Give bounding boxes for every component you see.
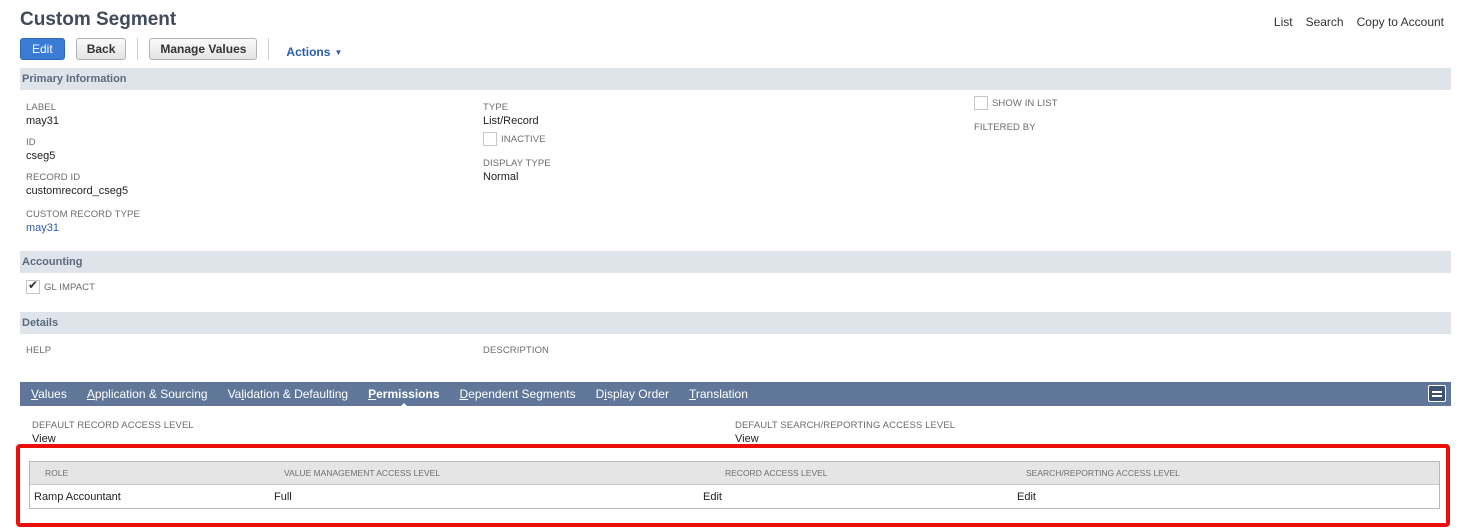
toolbar-separator (137, 38, 139, 60)
tab-permissions[interactable]: Permissions (368, 387, 440, 409)
table-row[interactable]: Ramp Accountant Full Edit Edit (30, 485, 1439, 508)
description-field: DESCRIPTION (483, 345, 549, 356)
field-label: DISPLAY TYPE (483, 158, 551, 169)
field-label: LABEL (26, 102, 57, 113)
field-label: RECORD ID (26, 172, 81, 183)
caret-down-icon: ▼ (334, 47, 343, 57)
record-access-cell: Edit (703, 490, 722, 503)
list-link[interactable]: List (1274, 15, 1293, 29)
filtered-by-field: FILTERED BY (974, 122, 1036, 133)
search-reporting-cell: Edit (1017, 490, 1036, 503)
field-label: HELP (26, 345, 52, 356)
actions-label: Actions (286, 45, 331, 59)
field-label: DEFAULT SEARCH/REPORTING ACCESS LEVEL (735, 420, 956, 431)
search-link[interactable]: Search (1306, 15, 1344, 29)
value-management-cell: Full (274, 490, 292, 503)
toolbar: Edit Back Manage Values Actions ▼ (20, 37, 342, 61)
field-label: TYPE (483, 102, 509, 113)
help-field: HELP (26, 345, 51, 356)
primary-information-header[interactable]: Primary Information (20, 68, 1451, 90)
tab-translation[interactable]: Translation (689, 387, 748, 401)
inactive-checkbox[interactable] (483, 132, 497, 146)
show-in-list-checkbox[interactable] (974, 96, 988, 110)
role-cell: Ramp Accountant (34, 490, 121, 503)
permissions-table: ROLE VALUE MANAGEMENT ACCESS LEVEL RECOR… (29, 461, 1440, 509)
default-search-access-field: DEFAULT SEARCH/REPORTING ACCESS LEVEL Vi… (735, 420, 955, 445)
id-field: ID cseg5 (26, 137, 55, 162)
edit-button[interactable]: Edit (20, 38, 65, 60)
collapse-tabs-icon[interactable] (1428, 385, 1446, 402)
details-header[interactable]: Details (20, 312, 1451, 334)
table-header: ROLE VALUE MANAGEMENT ACCESS LEVEL RECOR… (30, 462, 1439, 485)
manage-values-button[interactable]: Manage Values (149, 38, 258, 60)
tab-application-sourcing[interactable]: Application & Sourcing (87, 387, 208, 401)
actions-menu[interactable]: Actions ▼ (286, 45, 342, 59)
page-title: Custom Segment (20, 9, 177, 30)
column-header-value-management[interactable]: VALUE MANAGEMENT ACCESS LEVEL (284, 462, 440, 484)
inactive-field: INACTIVE (483, 132, 546, 146)
subtab-bar: Values Application & Sourcing Validation… (20, 382, 1451, 409)
custom-record-type-link[interactable]: may31 (26, 222, 140, 234)
back-button[interactable]: Back (75, 38, 127, 60)
field-label: INACTIVE (501, 133, 546, 145)
field-value: customrecord_cseg5 (26, 185, 129, 197)
display-type-field: DISPLAY TYPE Normal (483, 158, 551, 183)
column-header-search-reporting[interactable]: SEARCH/REPORTING ACCESS LEVEL (1026, 462, 1180, 484)
field-label: DESCRIPTION (483, 345, 550, 356)
toolbar-separator (268, 38, 270, 60)
field-label: ID (26, 137, 36, 148)
type-field: TYPE List/Record (483, 102, 539, 127)
default-record-access-field: DEFAULT RECORD ACCESS LEVEL View (32, 420, 194, 445)
copy-to-account-link[interactable]: Copy to Account (1357, 15, 1444, 29)
column-header-record-access[interactable]: RECORD ACCESS LEVEL (725, 462, 828, 484)
show-in-list-field: SHOW IN LIST (974, 96, 1058, 110)
field-label: DEFAULT RECORD ACCESS LEVEL (32, 420, 194, 431)
tab-display-order[interactable]: Display Order (596, 387, 669, 401)
tab-values[interactable]: Values (31, 387, 67, 401)
gl-impact-field: GL IMPACT (26, 278, 96, 294)
field-label: CUSTOM RECORD TYPE (26, 209, 140, 220)
tab-validation-defaulting[interactable]: Validation & Defaulting (228, 387, 349, 401)
record-id-field: RECORD ID customrecord_cseg5 (26, 172, 128, 197)
field-value: may31 (26, 115, 60, 127)
column-header-role[interactable]: ROLE (45, 462, 68, 484)
label-field: LABEL may31 (26, 102, 59, 127)
field-label: SHOW IN LIST (992, 97, 1058, 109)
gl-impact-checkbox[interactable] (26, 278, 40, 294)
field-value: List/Record (483, 115, 539, 127)
custom-record-type-field: CUSTOM RECORD TYPE may31 (26, 209, 140, 234)
accounting-header[interactable]: Accounting (20, 251, 1451, 273)
field-value: Normal (483, 171, 519, 183)
top-links: List Search Copy to Account (1274, 15, 1444, 29)
field-value: cseg5 (26, 150, 56, 162)
tab-dependent-segments[interactable]: Dependent Segments (460, 387, 576, 401)
field-label: GL IMPACT (44, 281, 96, 293)
field-label: FILTERED BY (974, 122, 1036, 133)
